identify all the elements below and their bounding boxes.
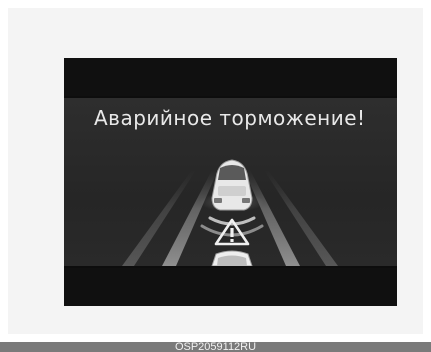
cluster-display: Аварийное торможение! <box>64 58 397 306</box>
warning-screen: Аварийное торможение! <box>64 98 397 266</box>
display-top-band <box>64 58 397 96</box>
image-caption: OSP2059112RU <box>0 342 431 352</box>
emergency-braking-warning: Аварийное торможение! <box>94 106 366 130</box>
display-bottom-band <box>64 268 397 306</box>
image-frame: Аварийное торможение! <box>8 8 423 334</box>
car-front-icon <box>211 250 253 266</box>
page: Аварийное торможение! OSP2059112RU <box>0 0 431 352</box>
